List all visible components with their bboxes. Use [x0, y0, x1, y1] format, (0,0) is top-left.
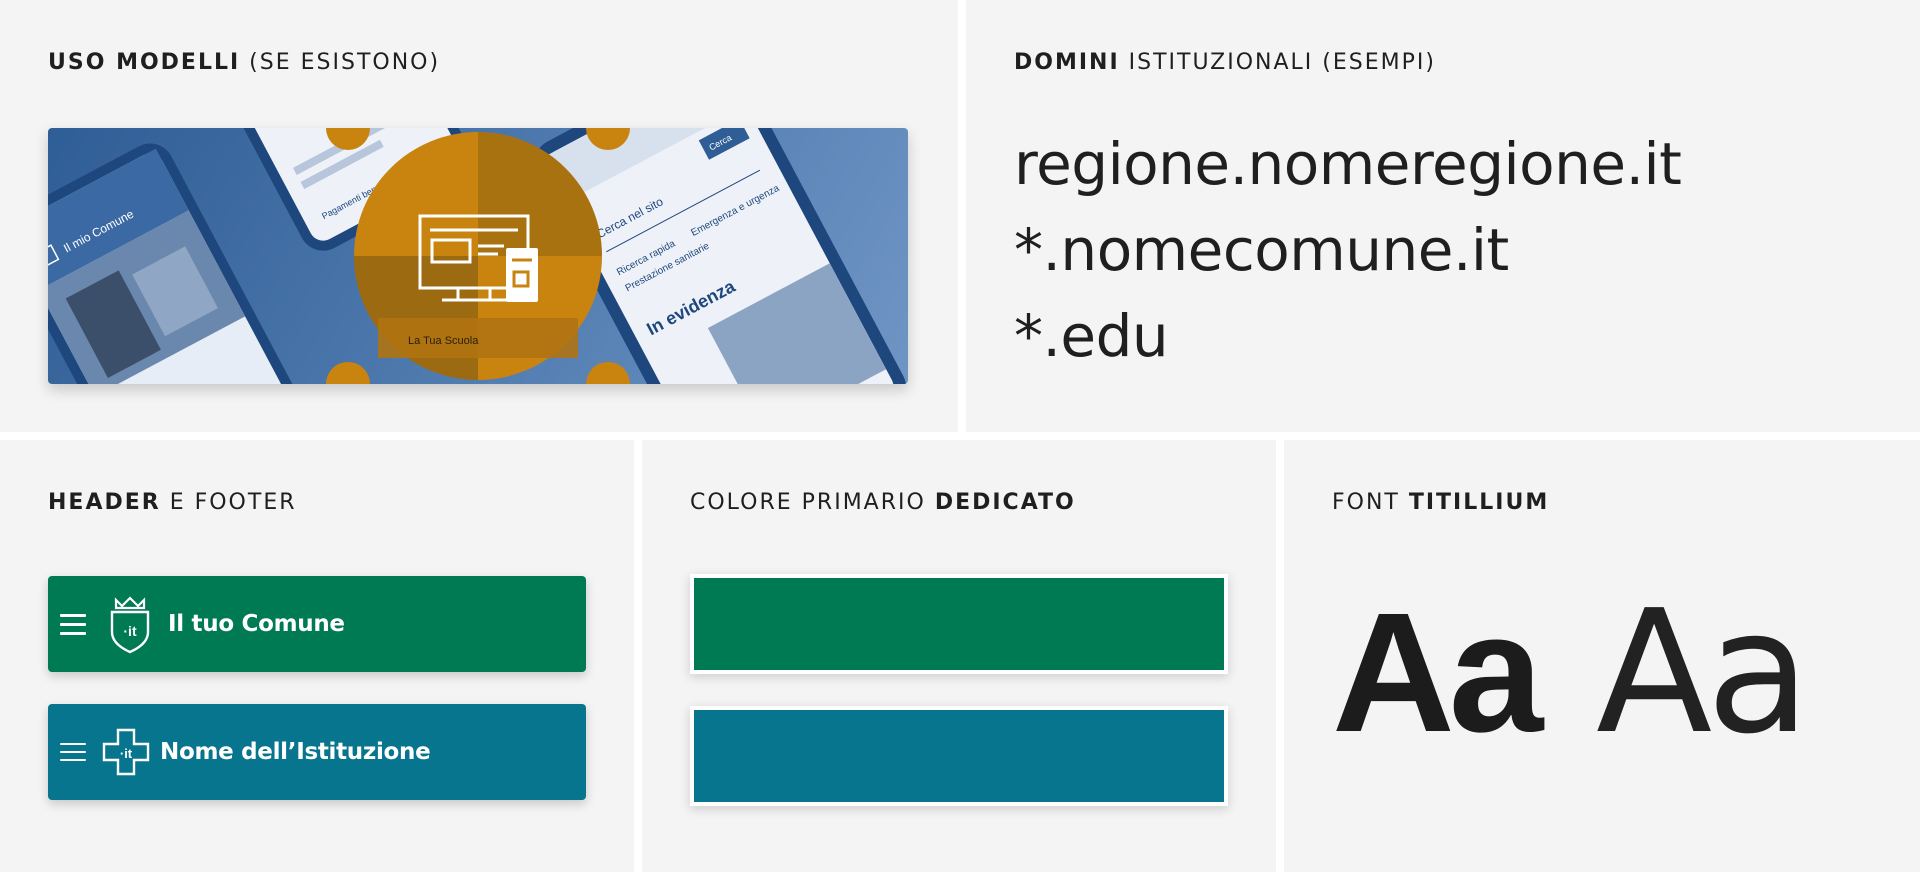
domains-title-bold: DOMINI [1014, 50, 1120, 75]
orange-dot [326, 362, 370, 384]
font-title-rest: FONT [1332, 490, 1409, 515]
domains-panel-title: DOMINI ISTITUZIONALI (ESEMPI) [1014, 50, 1436, 75]
domain-example: *.edu [1014, 302, 1169, 370]
logo-text: ·it [123, 623, 137, 639]
document-icon [506, 248, 538, 302]
primary-color-panel: COLORE PRIMARIO DEDICATO [642, 440, 1276, 872]
domains-title-rest: ISTITUZIONALI (ESEMPI) [1119, 50, 1436, 75]
header-footer-panel: HEADER E FOOTER ·it Il tuo Comune ·it No… [0, 440, 634, 872]
header-label: Nome dell’Istituzione [160, 739, 431, 765]
templates-mockup-image: Il mio Comune Pagamenti beneficiari Cerc… [48, 128, 908, 384]
istituzione-cross-logo-icon: ·it [102, 728, 150, 776]
header-example-istituzione: ·it Nome dell’Istituzione [48, 704, 586, 800]
logo-text: ·it [120, 746, 133, 761]
orange-dot [586, 362, 630, 384]
header-title-rest: E FOOTER [160, 490, 297, 515]
font-title-bold: TITILLIUM [1408, 490, 1550, 515]
color-title-rest: COLORE PRIMARIO [690, 490, 935, 515]
color-panel-title: COLORE PRIMARIO DEDICATO [690, 490, 1076, 515]
models-title-bold: USO MODELLI [48, 50, 241, 75]
header-label: Il tuo Comune [168, 611, 345, 637]
central-circle: La Tua Scuola [354, 132, 602, 380]
domains-panel: DOMINI ISTITUZIONALI (ESEMPI) regione.no… [966, 0, 1920, 432]
models-panel-title: USO MODELLI (SE ESISTONO) [48, 50, 440, 75]
phone-bottom-text: La Tua Scuola [408, 335, 479, 347]
models-title-rest: (SE ESISTONO) [240, 50, 441, 75]
models-panel: USO MODELLI (SE ESISTONO) Il mio Comune … [0, 0, 958, 432]
font-sample-bold: Aa [1332, 578, 1543, 768]
font-panel: FONT TITILLIUM Aa Aa [1284, 440, 1920, 872]
header-title-bold: HEADER [48, 490, 161, 515]
hamburger-menu-icon[interactable] [60, 613, 86, 635]
mockup-illustration: Il mio Comune Pagamenti beneficiari Cerc… [48, 128, 907, 384]
font-sample-light: Aa [1596, 574, 1810, 772]
header-example-comune: ·it Il tuo Comune [48, 576, 586, 672]
color-title-bold: DEDICATO [934, 490, 1076, 515]
domain-example: regione.nomeregione.it [1014, 130, 1682, 198]
hamburger-menu-icon[interactable] [60, 743, 86, 761]
header-panel-title: HEADER E FOOTER [48, 490, 297, 515]
font-panel-title: FONT TITILLIUM [1332, 490, 1549, 515]
domain-example: *.nomecomune.it [1014, 216, 1509, 284]
comune-shield-logo-icon: ·it [110, 596, 150, 654]
color-swatch-green [690, 574, 1228, 674]
color-swatch-teal [690, 706, 1228, 806]
